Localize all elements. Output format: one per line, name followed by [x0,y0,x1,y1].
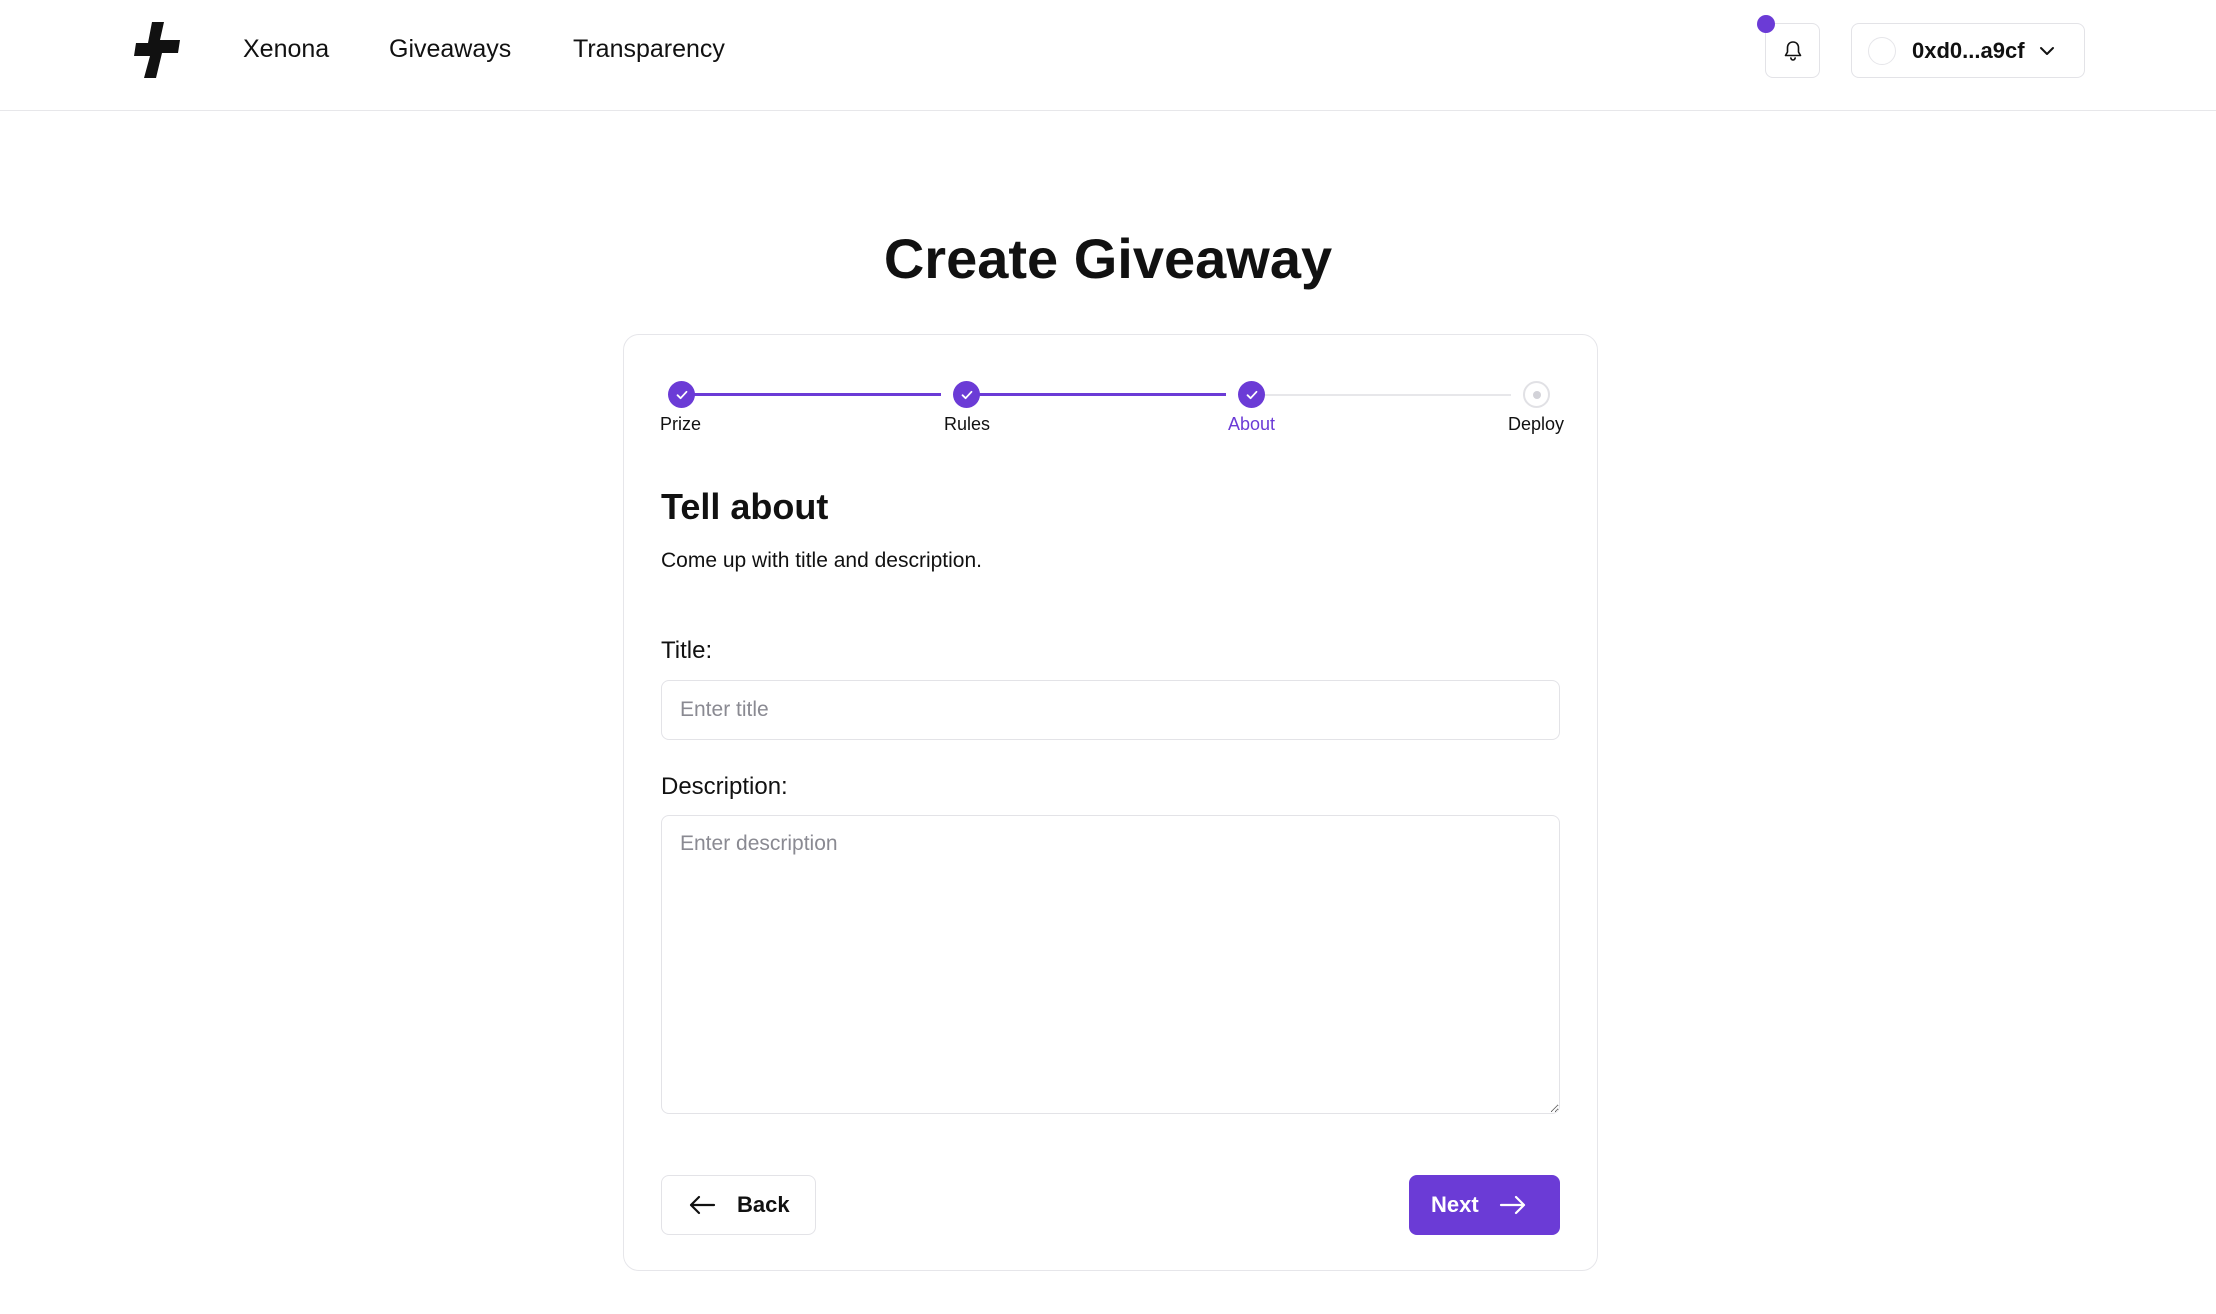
next-button[interactable]: Next [1409,1175,1560,1235]
title-input[interactable] [661,680,1560,740]
check-icon [676,390,687,399]
step-connector [682,393,941,396]
chevron-down-icon [2039,46,2054,55]
step-deploy-indicator[interactable] [1523,381,1550,408]
step-label-prize[interactable]: Prize [660,413,701,435]
check-icon [1246,390,1257,399]
wallet-account-button[interactable]: 0xd0...a9cf [1851,23,2085,78]
bell-icon [1784,40,1801,61]
section-subheading: Come up with title and description. [661,549,982,572]
step-prize-indicator[interactable] [668,381,695,408]
step-connector [1252,394,1511,396]
notification-badge [1757,15,1775,33]
nav-link-giveaways[interactable]: Giveaways [389,33,511,65]
step-rules-indicator[interactable] [953,381,980,408]
step-label-deploy[interactable]: Deploy [1508,413,1564,435]
arrow-left-icon [688,1194,716,1216]
next-button-label: Next [1431,1192,1479,1217]
arrow-right-icon [1499,1194,1527,1216]
app-logo[interactable] [134,22,182,78]
nav-link-xenona[interactable]: Xenona [243,33,329,65]
giveaway-form-card: Prize Rules About Deploy Tell about Come… [623,334,1598,1271]
pending-dot-icon [1532,390,1541,399]
step-about-indicator[interactable] [1238,381,1265,408]
step-label-rules[interactable]: Rules [944,413,990,435]
check-icon [961,390,972,399]
description-label: Description: [661,773,788,800]
step-label-about[interactable]: About [1228,413,1275,435]
title-label: Title: [661,637,713,664]
back-button-label: Back [737,1192,790,1217]
step-connector [967,393,1226,396]
logo-icon [134,22,180,78]
back-button[interactable]: Back [661,1175,816,1235]
notifications-button[interactable] [1765,23,1820,78]
page-title: Create Giveaway [883,227,1333,290]
wallet-address: 0xd0...a9cf [1912,37,2025,63]
description-textarea[interactable] [661,815,1560,1114]
wallet-avatar [1868,36,1896,65]
nav-link-transparency[interactable]: Transparency [573,33,725,65]
section-heading: Tell about [661,486,829,527]
top-header: Xenona Giveaways Transparency 0xd0...a9c… [0,0,2216,111]
